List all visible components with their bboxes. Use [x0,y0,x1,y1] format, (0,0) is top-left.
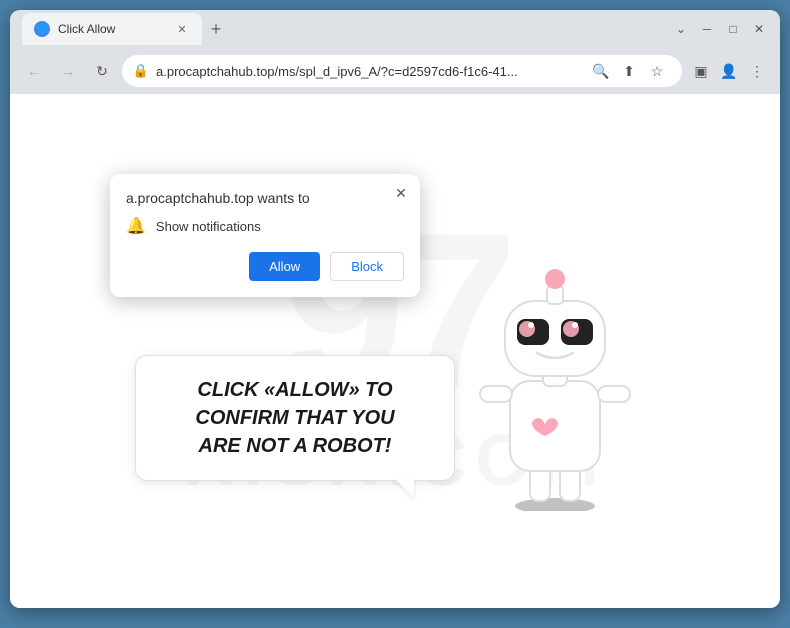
back-button[interactable]: ← [20,57,48,85]
tab-title: Click Allow [58,22,166,36]
search-icon[interactable]: 🔍 [588,58,614,84]
chevron-down-icon[interactable]: ⌄ [672,20,690,38]
share-icon[interactable]: ⬆ [616,58,642,84]
url-bar[interactable]: 🔒 a.procaptchahub.top/ms/spl_d_ipv6_A/?c… [122,55,682,87]
bookmark-icon[interactable]: ☆ [644,58,670,84]
lock-icon: 🔒 [134,64,148,78]
maximize-button[interactable]: □ [724,20,742,38]
notification-popup: ✕ a.procaptchahub.top wants to 🔔 Show no… [110,174,420,297]
tab-bar: 🌐 Click Allow ✕ + [22,13,664,45]
browser-window: 🌐 Click Allow ✕ + ⌄ ─ □ ✕ ← → ↻ 🔒 a.proc… [10,10,780,608]
profile-icon[interactable]: 👤 [716,58,742,84]
popup-buttons: Allow Block [126,252,404,281]
captcha-message: CLICK «ALLOW» TO CONFIRM THAT YOU ARE NO… [160,376,430,460]
new-tab-button[interactable]: + [202,15,230,43]
popup-title: a.procaptchahub.top wants to [126,190,404,206]
tab-close-button[interactable]: ✕ [174,21,190,37]
forward-button[interactable]: → [54,57,82,85]
popup-close-button[interactable]: ✕ [390,182,412,204]
title-bar: 🌐 Click Allow ✕ + ⌄ ─ □ ✕ [10,10,780,48]
url-text: a.procaptchahub.top/ms/spl_d_ipv6_A/?c=d… [156,64,580,79]
active-tab[interactable]: 🌐 Click Allow ✕ [22,13,202,45]
bell-icon: 🔔 [126,216,146,236]
address-bar: ← → ↻ 🔒 a.procaptchahub.top/ms/spl_d_ipv… [10,48,780,94]
page-content: CLICK «ALLOW» TO CONFIRM THAT YOU ARE NO… [10,94,780,608]
content-area: 97 RISK.COM ✕ a.procaptchahub.top wants … [10,94,780,608]
menu-icon[interactable]: ⋮ [744,58,770,84]
refresh-button[interactable]: ↻ [88,57,116,85]
tab-favicon: 🌐 [34,21,50,37]
close-button[interactable]: ✕ [750,20,768,38]
robot-image [455,231,655,511]
window-controls: ⌄ ─ □ ✕ [672,20,768,38]
block-button[interactable]: Block [330,252,404,281]
minimize-button[interactable]: ─ [698,20,716,38]
allow-button[interactable]: Allow [249,252,320,281]
speech-bubble: CLICK «ALLOW» TO CONFIRM THAT YOU ARE NO… [135,355,455,481]
speech-bubble-wrapper: CLICK «ALLOW» TO CONFIRM THAT YOU ARE NO… [135,355,455,481]
toolbar-actions: ▣ 👤 ⋮ [688,58,770,84]
permission-text: Show notifications [156,219,261,234]
url-actions: 🔍 ⬆ ☆ [588,58,670,84]
popup-permission: 🔔 Show notifications [126,216,404,236]
extensions-icon[interactable]: ▣ [688,58,714,84]
